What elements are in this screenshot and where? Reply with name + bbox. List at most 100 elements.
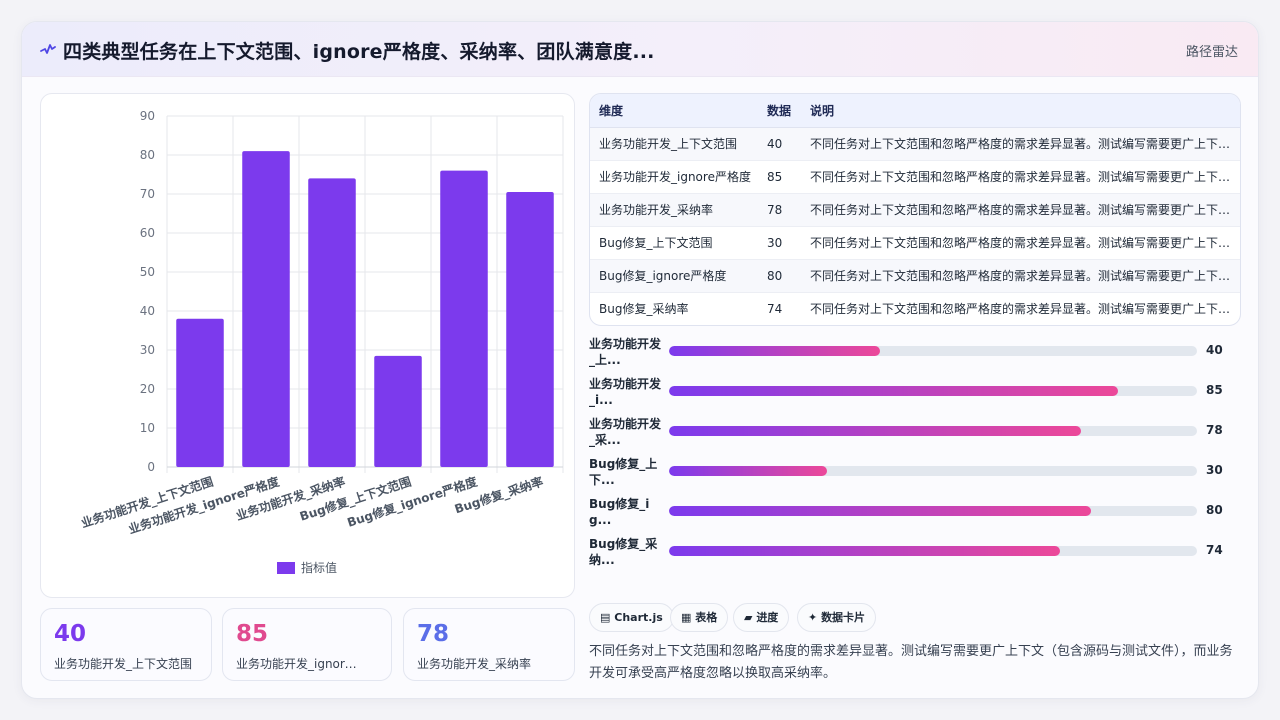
legend-swatch [277,562,295,574]
progress-track [669,426,1197,436]
chip-label: 进度 [756,611,779,624]
cell-description: 不同任务对上下文范围和忽略严格度的需求差异显著。测试编写需要更广上下文（包含源码… [801,226,1240,260]
header-bar: 四类典型任务在上下文范围、ignore严格度、采纳率、团队满意度... 路径雷达 [22,22,1258,77]
progress-track [669,466,1197,476]
y-tick-label: 60 [140,226,155,240]
card-icon: ✦ [808,611,818,624]
bar [374,355,422,467]
radar-link[interactable]: 路径雷达 [1186,41,1238,60]
cell-value: 85 [758,160,801,194]
chip-progress[interactable]: ▰ 进度 [733,603,790,632]
table-icon: ▦ [681,611,692,624]
progress-fill [669,466,828,476]
bar [440,170,488,467]
table-row: 业务功能开发_上下文范围 40 不同任务对上下文范围和忽略严格度的需求差异显著。… [590,127,1240,161]
cell-value: 74 [758,292,801,325]
progress-track [669,346,1197,356]
cell-description: 不同任务对上下文范围和忽略严格度的需求差异显著。测试编写需要更广上下文（包含源码… [801,259,1240,293]
progress-fill [669,546,1060,556]
cell-description: 不同任务对上下文范围和忽略严格度的需求差异显著。测试编写需要更广上下文（包含源码… [801,292,1240,325]
cell-dimension: 业务功能开发_上下文范围 [590,127,758,161]
y-tick-label: 80 [140,148,155,162]
table-row: 业务功能开发_ignore严格度 85 不同任务对上下文范围和忽略严格度的需求差… [590,160,1240,194]
y-tick-label: 50 [140,265,155,279]
page-title: 四类典型任务在上下文范围、ignore严格度、采纳率、团队满意度... [63,41,655,63]
progress-fill [669,426,1081,436]
y-tick-label: 90 [140,109,155,123]
progress-value: 40 [1206,343,1223,357]
bar [506,192,554,468]
chip-label: Chart.js [614,611,663,624]
summary-text: 不同任务对上下文范围和忽略严格度的需求差异显著。测试编写需要更广上下文（包含源码… [589,644,1233,681]
kpi-value: 78 [417,621,450,647]
progress-value: 74 [1206,543,1223,557]
bar [176,318,224,467]
cell-dimension: Bug修复_上下文范围 [590,226,758,260]
table-row: Bug修复_ignore严格度 80 不同任务对上下文范围和忽略严格度的需求差异… [590,259,1240,293]
column-header-value: 数据 [758,94,801,128]
progress-label: Bug修复_上下... [589,457,658,487]
bar-chart-panel: 0 10 20 30 40 50 60 70 80 90 业务功能开发_上下文范围 业务功能开发_ig… [40,93,575,598]
kpi-label: 业务功能开发_ignore严格度 [236,657,361,671]
y-tick-label: 20 [140,382,155,396]
cell-value: 78 [758,193,801,227]
kpi-card-1: 40 业务功能开发_上下文范围 [40,608,212,681]
kpi-value: 85 [236,621,269,647]
bar [308,178,356,467]
bar-chart: 0102030405060708090业务功能开发_上下文范围业务功能开发_ig… [79,109,564,575]
chip-table[interactable]: ▦ 表格 [670,603,729,632]
cell-value: 40 [758,127,801,161]
table-row: Bug修复_上下文范围 30 不同任务对上下文范围和忽略严格度的需求差异显著。测… [590,226,1240,260]
column-header-description: 说明 [801,94,1240,128]
progress-label: 业务功能开发_采... [589,417,662,447]
progress-fill [669,506,1092,516]
progress-label: 业务功能开发_i... [589,377,662,407]
progress-row: 业务功能开发_采... 78 [589,416,1241,456]
progress-fill [669,386,1118,396]
table-row: 业务功能开发_采纳率 78 不同任务对上下文范围和忽略严格度的需求差异显著。测试… [590,193,1240,227]
table-row: Bug修复_采纳率 74 不同任务对上下文范围和忽略严格度的需求差异显著。测试编… [590,292,1240,325]
cell-description: 不同任务对上下文范围和忽略严格度的需求差异显著。测试编写需要更广上下文（包含源码… [801,127,1240,161]
chip-chartjs[interactable]: ▤ Chart.js [589,603,674,632]
chip-label: 数据卡片 [821,611,866,624]
progress-fill [669,346,881,356]
progress-row: Bug修复_上下... 30 [589,456,1241,496]
progress-row: 业务功能开发_上... 40 [589,336,1241,376]
table-header-row: 维度 数据 说明 [590,94,1240,128]
kpi-label: 业务功能开发_采纳率 [417,657,532,671]
y-tick-label: 70 [140,187,155,201]
progress-value: 85 [1206,383,1223,397]
cell-value: 80 [758,259,801,293]
cell-dimension: Bug修复_ignore严格度 [590,259,758,293]
y-tick-label: 0 [147,460,155,474]
progress-list: 业务功能开发_上... 40 业务功能开发_i... 85 业务功能开发_采..… [589,336,1241,576]
cell-dimension: 业务功能开发_ignore严格度 [590,160,758,194]
cell-description: 不同任务对上下文范围和忽略严格度的需求差异显著。测试编写需要更广上下文（包含源码… [801,193,1240,227]
progress-track [669,386,1197,396]
y-tick-label: 10 [140,421,155,435]
pulse-icon [40,44,56,54]
progress-row: Bug修复_采纳... 74 [589,536,1241,576]
chip-data-card[interactable]: ✦ 数据卡片 [797,603,877,632]
chart-icon: ▤ [600,611,611,624]
kpi-card-3: 78 业务功能开发_采纳率 [403,608,575,681]
progress-icon: ▰ [744,611,753,624]
kpi-value: 40 [54,621,87,647]
progress-track [669,506,1197,516]
kpi-label: 业务功能开发_上下文范围 [54,657,193,671]
progress-label: Bug修复_采纳... [589,537,658,567]
data-table: 维度 数据 说明 业务功能开发_上下文范围 40 不同任务对上下文范围和忽略严格… [589,93,1241,326]
y-tick-label: 30 [140,343,155,357]
progress-value: 30 [1206,463,1223,477]
progress-row: Bug修复_ig... 80 [589,496,1241,536]
chip-label: 表格 [695,611,718,624]
dashboard-card: 四类典型任务在上下文范围、ignore严格度、采纳率、团队满意度... 路径雷达… [21,21,1259,699]
y-tick-label: 40 [140,304,155,318]
cell-value: 30 [758,226,801,260]
cell-dimension: Bug修复_采纳率 [590,292,758,325]
column-header-dimension: 维度 [590,94,758,128]
progress-value: 80 [1206,503,1223,517]
kpi-card-2: 85 业务功能开发_ignore严格度 [222,608,392,681]
progress-label: 业务功能开发_上... [589,337,662,367]
progress-row: 业务功能开发_i... 85 [589,376,1241,416]
